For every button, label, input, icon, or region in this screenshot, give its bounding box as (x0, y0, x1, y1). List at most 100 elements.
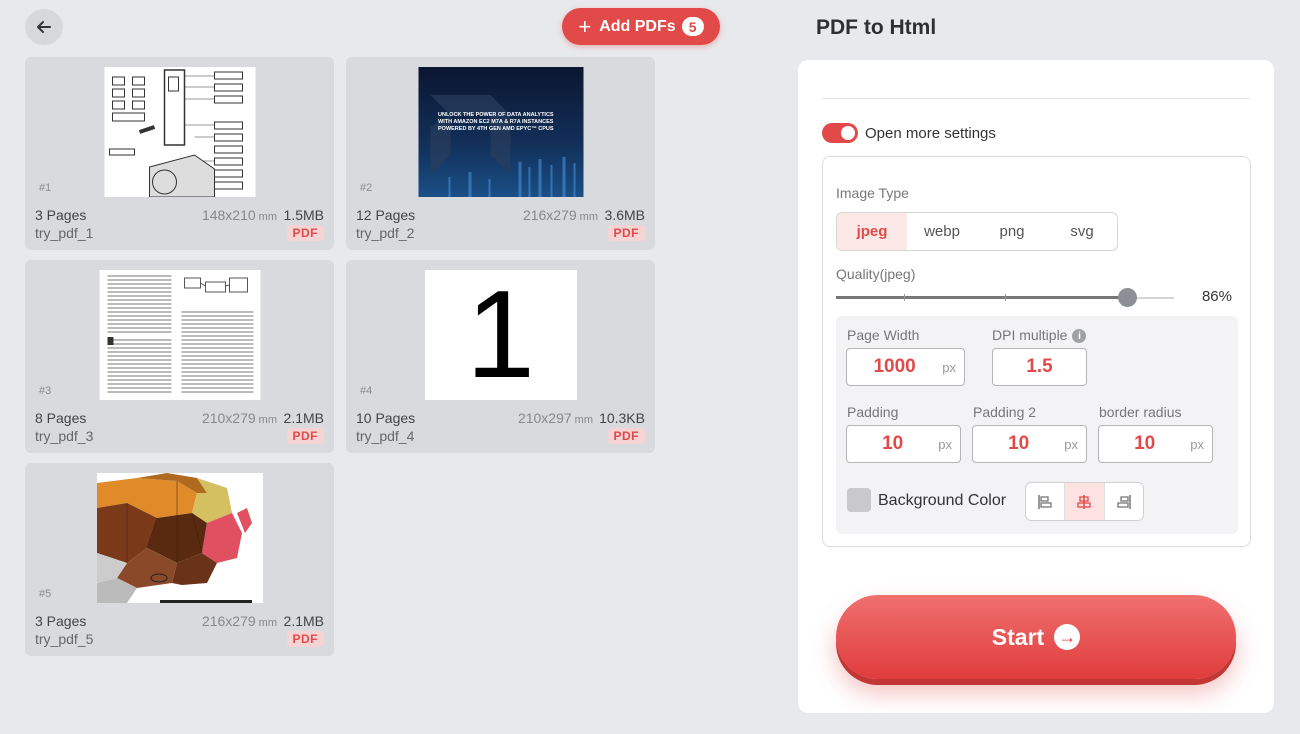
padding2-value: 10 (1008, 433, 1030, 454)
pdf-tag: PDF (286, 631, 324, 647)
arrow-right-circle-icon: → (1054, 624, 1081, 650)
page-dimensions: 210x279 mm (201, 410, 277, 426)
padding-label: Padding (847, 404, 899, 420)
file-number: #2 (360, 182, 373, 194)
pdf-tag: PDF (607, 428, 645, 444)
file-name: try_pdf_3 (35, 428, 94, 444)
thumbnail-map (96, 473, 263, 603)
settings-panel: Open more settings Image Type jpeg webp … (798, 60, 1274, 713)
align-right-button[interactable] (1105, 483, 1143, 520)
background-color-swatch[interactable] (847, 488, 871, 512)
file-count-badge: 5 (681, 17, 704, 36)
quality-slider[interactable] (836, 288, 1174, 307)
divider (822, 98, 1250, 99)
file-size: 3.6MB (604, 207, 645, 223)
layout-options: Page Width 1000 px DPI multiple i 1.5 Pad… (836, 316, 1238, 534)
page-width-value: 1000 (873, 356, 916, 377)
file-card-4[interactable]: 1 #4 10 Pages try_pdf_4 210x297 mm 10.3KB… (346, 260, 655, 453)
border-radius-field[interactable]: 10 px (1098, 425, 1213, 463)
image-type-webp[interactable]: webp (907, 213, 977, 250)
file-card-5[interactable]: #5 3 Pages try_pdf_5 216x279 mm 2.1MB PDF (25, 463, 334, 656)
file-name: try_pdf_5 (35, 631, 94, 647)
add-pdfs-button[interactable]: + Add PDFs 5 (562, 8, 720, 45)
px-unit: px (1190, 436, 1204, 452)
px-unit: px (1064, 436, 1078, 452)
page-dimensions: 216x279 mm (201, 613, 277, 629)
pdf-tag: PDF (286, 428, 324, 444)
quality-slider-fill (836, 296, 1127, 299)
info-icon[interactable]: i (1072, 329, 1087, 344)
align-left-button[interactable] (1026, 483, 1066, 520)
align-right-icon (1117, 494, 1131, 509)
thumbnail-diagram (104, 67, 255, 197)
image-type-jpeg[interactable]: jpeg (837, 213, 907, 250)
padding2-label: Padding 2 (973, 404, 1037, 420)
page-count: 10 Pages (356, 410, 416, 426)
image-type-label: Image Type (836, 185, 909, 201)
padding-field[interactable]: 10 px (846, 425, 961, 463)
thumbnail-paper (99, 270, 260, 400)
slider-tick (904, 294, 905, 301)
file-size: 10.3KB (599, 410, 645, 426)
quality-slider-knob[interactable] (1117, 288, 1137, 307)
image-type-png[interactable]: png (977, 213, 1047, 250)
file-size: 2.1MB (283, 410, 324, 426)
align-left-icon (1038, 494, 1052, 509)
page-count: 12 Pages (356, 207, 416, 223)
quality-label: Quality(jpeg) (836, 266, 916, 282)
page-count: 3 Pages (35, 207, 87, 223)
dpi-field[interactable]: 1.5 (992, 348, 1087, 386)
dpi-value: 1.5 (1026, 356, 1053, 377)
padding-value: 10 (882, 433, 904, 454)
image-type-svg[interactable]: svg (1047, 213, 1117, 250)
page-count: 3 Pages (35, 613, 87, 629)
dpi-label: DPI multiple i (992, 327, 1087, 344)
back-button[interactable] (25, 9, 63, 45)
quality-value: 86% (1201, 288, 1232, 305)
background-color-label: Background Color (878, 492, 1007, 509)
start-label: Start (991, 623, 1045, 650)
page-dimensions: 216x279 mm (522, 207, 598, 223)
page-dimensions: 148x210 mm (201, 207, 277, 223)
file-card-3[interactable]: #3 8 Pages try_pdf_3 210x279 mm 2.1MB PDF (25, 260, 334, 453)
alignment-group (1025, 482, 1144, 521)
start-button[interactable]: Start → (836, 595, 1236, 679)
thumbnail-digit: 1 (466, 270, 535, 400)
add-pdfs-label: Add PDFs (599, 17, 676, 35)
padding2-field[interactable]: 10 px (972, 425, 1087, 463)
thumbnail-amd: UNLOCK THE POWER OF DATA ANALYTICS WITH … (418, 67, 583, 197)
more-settings-toggle[interactable] (822, 123, 858, 143)
file-number: #4 (360, 385, 373, 397)
file-size: 1.5MB (283, 207, 324, 223)
align-center-button[interactable] (1065, 483, 1105, 520)
page-width-field[interactable]: 1000 px (846, 348, 965, 386)
page-title: PDF to Html (816, 16, 937, 39)
file-name: try_pdf_2 (356, 225, 415, 241)
border-radius-value: 10 (1134, 433, 1156, 454)
image-type-selector: jpeg webp png svg (836, 212, 1118, 251)
file-name: try_pdf_1 (35, 225, 94, 241)
thumbnail-headline: UNLOCK THE POWER OF DATA ANALYTICS WITH … (438, 112, 554, 132)
file-number: #1 (39, 182, 52, 194)
file-card-1[interactable]: #1 3 Pages try_pdf_1 148x210 mm 1.5MB PDF (25, 57, 334, 250)
file-size: 2.1MB (283, 613, 324, 629)
pdf-tag: PDF (286, 225, 324, 241)
thumbnail-number: 1 (424, 270, 577, 400)
px-unit: px (938, 436, 952, 452)
align-center-icon (1077, 494, 1092, 509)
page-count: 8 Pages (35, 410, 87, 426)
page-dimensions: 210x297 mm (517, 410, 593, 426)
settings-box: Image Type jpeg webp png svg Quality(jpe… (822, 156, 1251, 547)
arrow-left-icon (37, 21, 51, 33)
file-number: #5 (39, 588, 52, 600)
file-name: try_pdf_4 (356, 428, 415, 444)
file-card-2[interactable]: UNLOCK THE POWER OF DATA ANALYTICS WITH … (346, 57, 655, 250)
border-radius-label: border radius (1099, 404, 1182, 420)
more-settings-row: Open more settings (822, 123, 996, 143)
slider-tick (1005, 294, 1006, 301)
page-width-label: Page Width (847, 327, 920, 343)
more-settings-label: Open more settings (865, 124, 996, 142)
pdf-tag: PDF (607, 225, 645, 241)
file-number: #3 (39, 385, 52, 397)
px-unit: px (942, 359, 956, 375)
